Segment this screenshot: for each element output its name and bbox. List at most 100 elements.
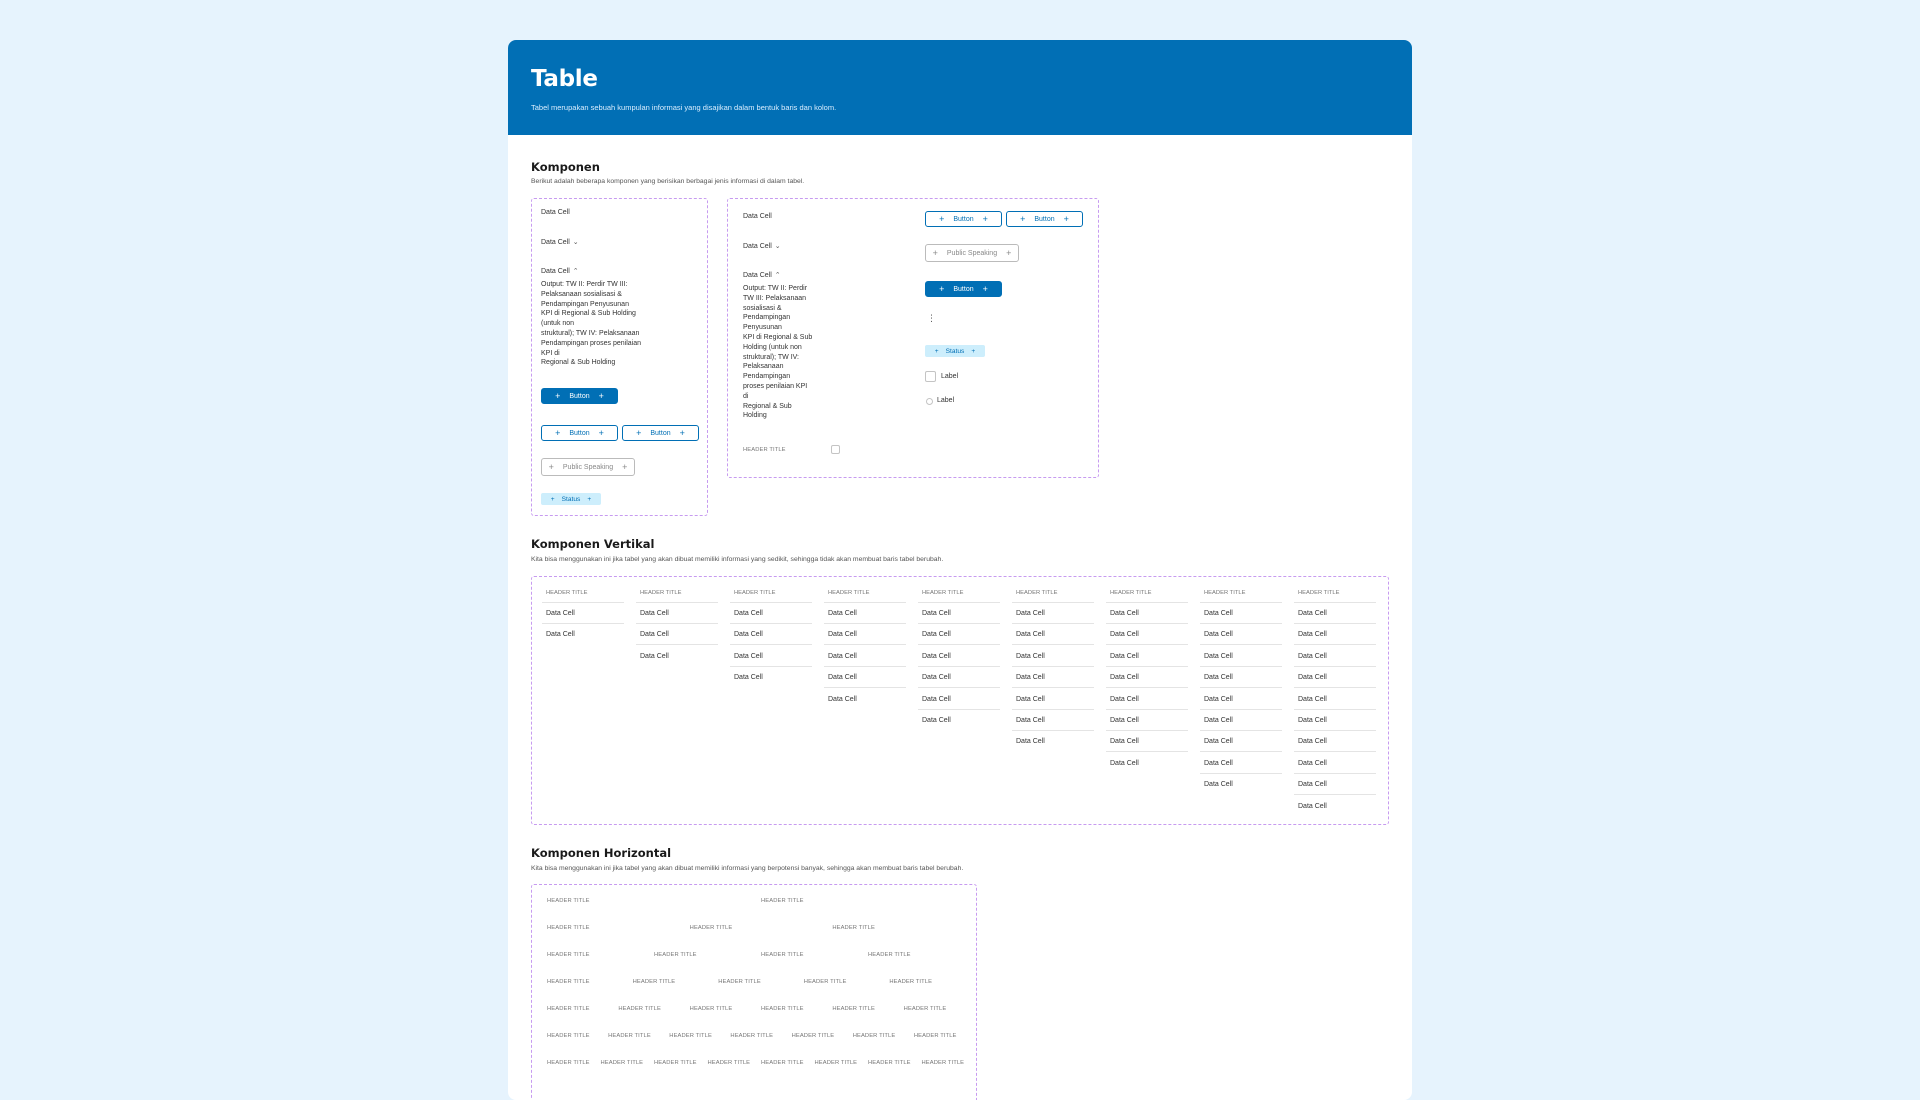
header-title: HEADER TITLE	[632, 979, 676, 985]
page-hero: Table Tabel merupakan sebuah kumpulan in…	[508, 40, 1412, 135]
paragraph-line: di	[743, 392, 749, 400]
row-divider	[1294, 708, 1376, 710]
outline-button[interactable]: + Button +	[925, 211, 1002, 227]
page-subtitle: Tabel merupakan sebuah kumpulan informas…	[531, 103, 837, 112]
header-title: HEADER TITLE	[903, 1006, 947, 1012]
row-divider	[1200, 708, 1282, 710]
checkbox-label: Label	[941, 373, 959, 380]
paragraph-line: Pendampingan proses penilaian	[541, 339, 642, 347]
header-title: HEADER TITLE	[922, 590, 964, 596]
paragraph-line: (untuk non	[541, 320, 575, 328]
header-title: HEADER TITLE	[868, 952, 911, 958]
header-title: HEADER TITLE	[600, 1060, 644, 1066]
checkbox[interactable]	[925, 371, 936, 382]
row-divider	[1012, 708, 1094, 710]
row-divider	[542, 602, 624, 603]
chip-public-speaking[interactable]: + Public Speaking +	[541, 458, 635, 476]
plus-icon: +	[1020, 213, 1026, 224]
vertikal-frame: HEADER TITLE Data Cell Data Cell HEADER TIT…	[531, 576, 1389, 825]
section-desc-komponen: Berikut adalah beberapa komponen yang be…	[531, 178, 805, 185]
header-title: HEADER TITLE	[1016, 590, 1058, 596]
data-cell-expanded[interactable]: Data Cell ⌃	[743, 271, 781, 279]
data-cell: Data Cell	[828, 695, 857, 703]
data-cell: Data Cell	[1110, 695, 1139, 703]
primary-button[interactable]: + Button +	[541, 388, 618, 404]
status-badge: + Status +	[925, 345, 985, 357]
header-title: HEADER TITLE	[718, 979, 761, 985]
komponen-left-frame: Data Cell Data Cell ⌄ Data Cell ⌃ Output: …	[531, 198, 708, 516]
data-cell: Data Cell	[1016, 674, 1045, 682]
data-cell: Data Cell	[1204, 652, 1233, 660]
row-divider	[1106, 644, 1188, 646]
header-title: HEADER TITLE	[730, 1033, 774, 1039]
outline-button[interactable]: + Button +	[622, 425, 699, 441]
data-cell: Data Cell	[1204, 631, 1233, 639]
plus-icon: +	[971, 347, 976, 355]
row-divider	[1106, 751, 1188, 753]
chevron-up-icon[interactable]: ⌃	[573, 267, 579, 275]
header-title: HEADER TITLE	[547, 1006, 590, 1012]
row-divider	[1200, 751, 1282, 753]
data-cell: Data Cell	[1110, 674, 1139, 682]
paragraph-line: struktural); TW IV:	[743, 353, 800, 361]
row-divider	[1106, 687, 1188, 689]
chevron-up-icon[interactable]: ⌃	[775, 271, 781, 279]
header-title: HEADER TITLE	[654, 952, 697, 958]
content-card: Table Tabel merupakan sebuah kumpulan in…	[508, 40, 1412, 1100]
data-cell-collapsible[interactable]: Data Cell ⌄	[743, 242, 781, 250]
button-label: Button	[569, 429, 590, 437]
paragraph-line: Pendampingan	[743, 314, 791, 322]
chip-label: Public Speaking	[562, 463, 614, 471]
more-vertical-icon[interactable]: ⋮	[927, 314, 936, 323]
row-divider	[918, 665, 1000, 667]
row-divider	[1012, 602, 1094, 603]
paragraph-line: Pendampingan	[743, 373, 791, 381]
row-divider	[824, 687, 906, 689]
data-cell: Data Cell	[1204, 738, 1233, 746]
row-divider	[824, 602, 906, 603]
header-title: HEADER TITLE	[1110, 590, 1152, 596]
radio-button[interactable]	[926, 398, 933, 405]
paragraph-line: struktural); TW IV: Pelaksanaan	[541, 329, 640, 337]
data-cell-expanded[interactable]: Data Cell ⌃	[541, 267, 579, 275]
header-title: HEADER TITLE	[546, 590, 588, 596]
button-label: Button	[650, 429, 671, 437]
header-title: HEADER TITLE	[761, 898, 804, 904]
paragraph-line: Penyusunan	[743, 324, 782, 332]
plus-icon: +	[939, 213, 945, 224]
header-checkbox[interactable]	[831, 445, 840, 454]
data-cell: Data Cell	[1016, 717, 1045, 724]
data-cell: Data Cell	[734, 610, 763, 617]
data-cell: Data Cell	[541, 209, 570, 216]
button-label: Button	[1034, 215, 1055, 223]
data-cell: Data Cell	[828, 631, 857, 639]
row-divider	[636, 644, 718, 646]
data-cell: Data Cell	[1016, 610, 1045, 617]
chevron-down-icon[interactable]: ⌄	[573, 238, 579, 246]
data-cell-collapsible[interactable]: Data Cell ⌄	[541, 238, 579, 246]
row-divider	[1294, 602, 1376, 603]
plus-icon: +	[1063, 213, 1069, 224]
paragraph-line: Pelaksanaan sosialisasi &	[541, 290, 622, 298]
row-divider	[1294, 772, 1376, 774]
header-title: HEADER TITLE	[832, 1006, 875, 1012]
outline-button[interactable]: + Button +	[1006, 211, 1083, 227]
section-title-horizontal: Komponen Horizontal	[531, 846, 672, 860]
section-title-vertikal: Komponen Vertikal	[531, 537, 655, 551]
data-cell: Data Cell	[828, 610, 857, 617]
header-title: HEADER TITLE	[852, 1033, 896, 1039]
plus-icon: +	[932, 247, 938, 258]
header-title: HEADER TITLE	[608, 1033, 651, 1039]
primary-button[interactable]: + Button +	[925, 281, 1002, 297]
chip-public-speaking[interactable]: + Public Speaking +	[925, 244, 1019, 262]
data-cell-label: Data Cell	[541, 239, 570, 246]
plus-icon: +	[587, 495, 592, 503]
row-divider	[542, 623, 624, 624]
data-cell: Data Cell	[1298, 738, 1327, 746]
outline-button[interactable]: + Button +	[541, 425, 618, 441]
header-title: HEADER TITLE	[1204, 590, 1246, 596]
chevron-down-icon[interactable]: ⌄	[775, 242, 781, 250]
paragraph-line: Output: TW II: Perdir	[743, 285, 808, 292]
header-title: HEADER TITLE	[734, 590, 776, 596]
row-divider	[1200, 687, 1282, 689]
